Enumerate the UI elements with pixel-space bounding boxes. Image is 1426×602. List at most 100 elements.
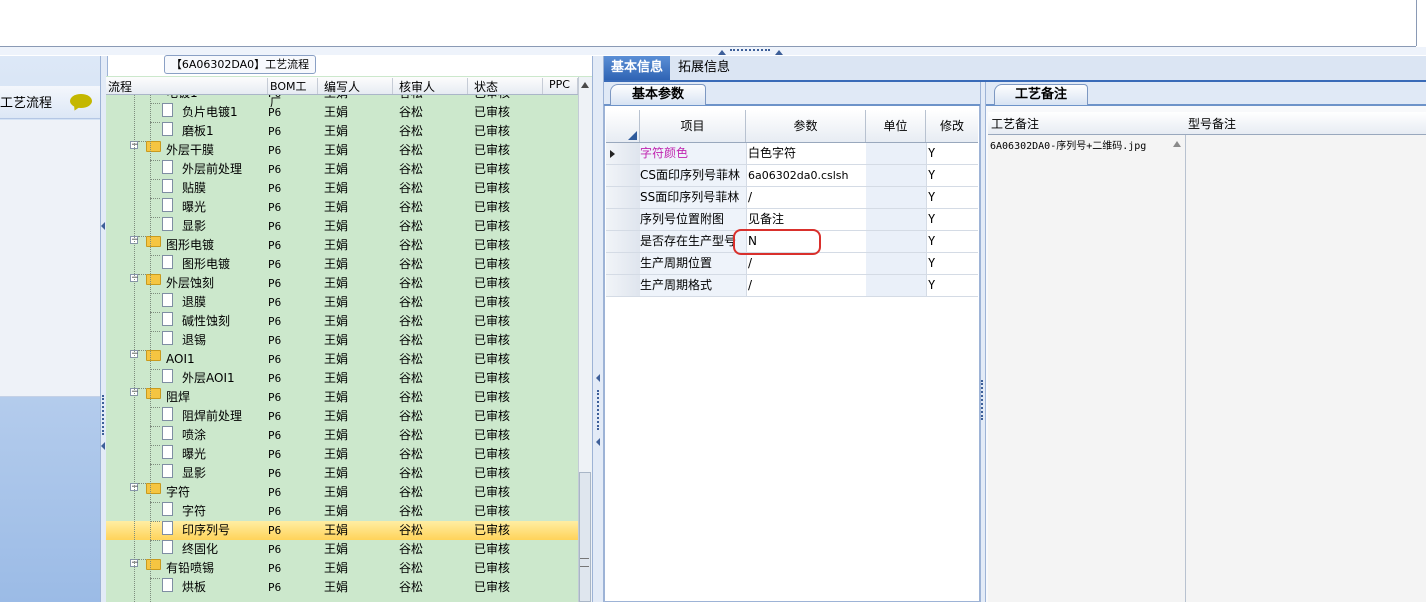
- tree-row[interactable]: 印序列号 P6 王娟 谷松 已审核: [106, 521, 578, 540]
- tree-row[interactable]: 显影 P6 王娟 谷松 已审核: [106, 464, 578, 483]
- writer-cell: 王娟: [324, 523, 349, 537]
- splitter-grip-icon[interactable]: [730, 49, 770, 54]
- status-cell: 已审核: [474, 371, 511, 385]
- scrollbar-thumb[interactable]: [579, 472, 591, 602]
- tab-process-notes[interactable]: 工艺备注: [994, 84, 1088, 105]
- tree-row[interactable]: 曝光 P6 王娟 谷松 已审核: [106, 198, 578, 217]
- param-value-cell[interactable]: 见备注: [746, 209, 869, 230]
- row-indicator[interactable]: [606, 143, 641, 164]
- param-value-cell[interactable]: /: [746, 253, 869, 274]
- param-unit-cell[interactable]: [866, 209, 927, 230]
- column-header-modify[interactable]: 修改: [926, 110, 978, 142]
- param-modify-cell[interactable]: Y: [926, 143, 980, 164]
- folder-icon: [146, 274, 161, 285]
- tree-row[interactable]: 阻焊前处理 P6 王娟 谷松 已审核: [106, 407, 578, 426]
- collapse-left-icon[interactable]: [101, 222, 105, 230]
- column-header-ppc[interactable]: PPC: [543, 78, 578, 94]
- param-modify-cell[interactable]: Y: [926, 253, 980, 274]
- column-header-flow[interactable]: 流程: [106, 78, 268, 94]
- param-row[interactable]: 序列号位置附图 见备注 Y: [606, 209, 978, 231]
- tree-row[interactable]: 喷涂 P6 王娟 谷松 已审核: [106, 426, 578, 445]
- param-row[interactable]: 生产周期格式 / Y: [606, 275, 978, 297]
- bom-cell: P6: [268, 448, 282, 461]
- row-indicator[interactable]: [606, 253, 641, 274]
- param-modify-cell[interactable]: Y: [926, 165, 980, 186]
- param-value-cell[interactable]: /: [746, 187, 869, 208]
- tree-row[interactable]: 外层前处理 P6 王娟 谷松 已审核: [106, 160, 578, 179]
- param-value-cell[interactable]: 白色字符: [746, 143, 869, 164]
- tree-row[interactable]: − 字符 P6 王娟 谷松 已审核: [106, 483, 578, 502]
- param-value-cell[interactable]: /: [746, 275, 869, 296]
- column-header-status[interactable]: 状态: [468, 78, 543, 94]
- column-header-item[interactable]: 项目: [640, 110, 746, 142]
- scroll-up-icon[interactable]: [1173, 141, 1181, 147]
- column-header-param[interactable]: 参数: [746, 110, 866, 142]
- param-unit-cell[interactable]: [866, 165, 927, 186]
- tree-row[interactable]: 退膜 P6 王娟 谷松 已审核: [106, 293, 578, 312]
- tree-row[interactable]: 烘板 P6 王娟 谷松 已审核: [106, 578, 578, 597]
- notes-header: 工艺备注 型号备注: [988, 112, 1426, 135]
- column-header-reviewer[interactable]: 核审人: [393, 78, 468, 94]
- row-indicator[interactable]: [606, 209, 641, 230]
- param-modify-cell[interactable]: Y: [926, 275, 980, 296]
- tree-row[interactable]: − 外层干膜 P6 王娟 谷松 已审核: [106, 141, 578, 160]
- row-indicator[interactable]: [606, 165, 641, 186]
- tree-row[interactable]: − 有铅喷锡 P6 王娟 谷松 已审核: [106, 559, 578, 578]
- collapse-up-icon[interactable]: [775, 50, 783, 55]
- horizontal-splitter[interactable]: [0, 47, 1426, 55]
- tree-row[interactable]: 碱性蚀刻 P6 王娟 谷松 已审核: [106, 312, 578, 331]
- tree-row[interactable]: 退锡 P6 王娟 谷松 已审核: [106, 331, 578, 350]
- param-row[interactable]: CS面印序列号菲林 6a06302da0.cslsh Y: [606, 165, 978, 187]
- tree-row[interactable]: 字符 P6 王娟 谷松 已审核: [106, 502, 578, 521]
- tree-row[interactable]: 磨板1 P6 王娟 谷松 已审核: [106, 122, 578, 141]
- column-header-writer[interactable]: 编写人: [318, 78, 393, 94]
- scroll-up-icon[interactable]: [581, 82, 589, 88]
- collapse-up-icon[interactable]: [718, 50, 726, 55]
- param-modify-cell[interactable]: Y: [926, 187, 980, 208]
- tree-row[interactable]: 曝光 P6 王娟 谷松 已审核: [106, 445, 578, 464]
- param-unit-cell[interactable]: [866, 231, 927, 252]
- tree-row[interactable]: 终固化 P6 王娟 谷松 已审核: [106, 540, 578, 559]
- param-modify-cell[interactable]: Y: [926, 209, 980, 230]
- param-value-cell[interactable]: 6a06302da0.cslsh: [746, 165, 869, 186]
- column-header-bom[interactable]: BOM工厂: [268, 78, 318, 109]
- splitter-grip-icon[interactable]: [597, 390, 601, 430]
- process-notes-column: [988, 135, 1186, 602]
- param-row[interactable]: 生产周期位置 / Y: [606, 253, 978, 275]
- row-indicator[interactable]: [606, 231, 641, 252]
- bom-cell: P6: [268, 372, 282, 385]
- row-indicator[interactable]: [606, 275, 641, 296]
- tree-row[interactable]: 外层AOI1 P6 王娟 谷松 已审核: [106, 369, 578, 388]
- writer-cell: 王娟: [324, 333, 349, 347]
- splitter-grip-icon[interactable]: [981, 380, 985, 420]
- row-indicator[interactable]: [606, 187, 641, 208]
- process-note-text[interactable]: 6A06302DA0-序列号+二维码.jpg: [990, 137, 1146, 152]
- tree-row[interactable]: 负片电镀1 P6 王娟 谷松 已审核: [106, 103, 578, 122]
- tab-basic-info[interactable]: 基本信息: [604, 56, 670, 80]
- tree-row[interactable]: − AOI1 P6 王娟 谷松 已审核: [106, 350, 578, 369]
- tab-basic-params[interactable]: 基本参数: [610, 84, 706, 105]
- tree-node-label: 阻焊: [166, 390, 191, 404]
- vertical-splitter-middle[interactable]: [592, 56, 604, 602]
- param-unit-cell[interactable]: [866, 275, 927, 296]
- column-header-model-notes[interactable]: 型号备注: [1188, 115, 1236, 132]
- collapse-left-icon[interactable]: [596, 438, 600, 446]
- tree-row[interactable]: 贴膜 P6 王娟 谷松 已审核: [106, 179, 578, 198]
- tree-row[interactable]: − 图形电镀 P6 王娟 谷松 已审核: [106, 236, 578, 255]
- tab-extended-info[interactable]: 拓展信息: [674, 56, 734, 80]
- tree-row[interactable]: 显影 P6 王娟 谷松 已审核: [106, 217, 578, 236]
- param-unit-cell[interactable]: [866, 253, 927, 274]
- tree-row[interactable]: − 阻焊 P6 王娟 谷松 已审核: [106, 388, 578, 407]
- tree-row[interactable]: 图形电镀 P6 王娟 谷松 已审核: [106, 255, 578, 274]
- column-header-unit[interactable]: 单位: [866, 110, 926, 142]
- tree-row[interactable]: − 外层蚀刻 P6 王娟 谷松 已审核: [106, 274, 578, 293]
- param-row[interactable]: 字符颜色 白色字符 Y: [606, 143, 978, 165]
- param-unit-cell[interactable]: [866, 143, 927, 164]
- column-header-process-notes[interactable]: 工艺备注: [991, 115, 1039, 132]
- collapse-left-icon[interactable]: [101, 442, 105, 450]
- param-unit-cell[interactable]: [866, 187, 927, 208]
- writer-cell: 王娟: [324, 295, 349, 309]
- collapse-left-icon[interactable]: [596, 374, 600, 382]
- param-modify-cell[interactable]: Y: [926, 231, 980, 252]
- param-row[interactable]: SS面印序列号菲林 / Y: [606, 187, 978, 209]
